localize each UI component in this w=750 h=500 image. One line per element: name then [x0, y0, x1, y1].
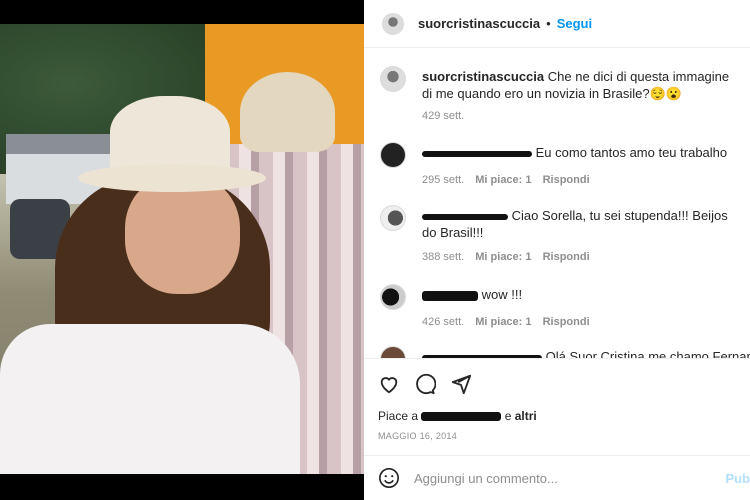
comment-meta: 426 sett. Mi piace: 1 Rispondi	[422, 316, 590, 328]
comment-item: Ciao Sorella, tu sei stupenda!!! Beijos …	[380, 205, 740, 271]
follow-button[interactable]: Segui	[557, 16, 592, 31]
redacted-username	[422, 290, 478, 301]
emoji-icon[interactable]	[378, 467, 400, 489]
caption-author[interactable]: suorcristinascuccia	[422, 69, 544, 84]
comment-body: Eu como tantos amo teu trabalho	[422, 144, 740, 161]
caption-avatar[interactable]	[380, 66, 406, 92]
post-panel: suorcristinascuccia • Segui suorcristina…	[364, 0, 750, 500]
comment-meta: 388 sett. Mi piace: 1 Rispondi	[422, 251, 590, 263]
redacted-username	[422, 213, 508, 220]
comment-avatar[interactable]	[380, 205, 406, 231]
comment-body: Ciao Sorella, tu sei stupenda!!! Beijos …	[422, 207, 740, 241]
comment-body: Olá Suor Cristina me chamo Fernanda e	[422, 348, 750, 358]
reply-button[interactable]: Rispondi	[543, 316, 590, 328]
photo-face	[125, 174, 240, 294]
comment-item: wow !!! 426 sett. Mi piace: 1 Rispondi	[380, 284, 740, 334]
photo-shirt	[0, 324, 300, 474]
photo-pane	[0, 0, 364, 500]
comment-text: Ciao Sorella, tu sei stupenda!!! Beijos …	[422, 208, 728, 240]
comment-text: wow !!!	[481, 287, 523, 302]
comment-avatar[interactable]	[380, 142, 406, 168]
share-icon[interactable]	[450, 373, 472, 395]
action-bar: Piace a e altri MAGGIO 16, 2014	[364, 358, 750, 450]
likes-others-link[interactable]: altri	[515, 409, 537, 423]
comment-time: 388 sett.	[422, 251, 465, 263]
reply-button[interactable]: Rispondi	[543, 174, 590, 186]
separator-dot: •	[546, 16, 551, 31]
likes-prefix: Piace a	[378, 409, 419, 423]
post-photo[interactable]	[0, 24, 364, 474]
action-icons	[378, 373, 472, 395]
publish-button[interactable]: Pub	[725, 471, 750, 486]
comment-likes[interactable]: Mi piace: 1	[475, 251, 531, 263]
comment-item: Eu como tantos amo teu trabalho 295 sett…	[380, 142, 740, 192]
comment-avatar[interactable]	[380, 346, 406, 358]
post-date: MAGGIO 16, 2014	[378, 431, 458, 441]
author-avatar[interactable]	[382, 12, 404, 35]
comment-avatar[interactable]	[380, 284, 406, 310]
caption-time: 429 sett.	[422, 110, 465, 122]
reply-button[interactable]: Rispondi	[543, 251, 590, 263]
comment-meta: 295 sett. Mi piace: 1 Rispondi	[422, 174, 590, 186]
comment-icon[interactable]	[414, 373, 436, 395]
caption-body: suorcristinascuccia Che ne dici di quest…	[422, 68, 740, 102]
comment-time: 426 sett.	[422, 316, 465, 328]
comment-text: Olá Suor Cristina me chamo Fernanda e	[545, 349, 750, 358]
photo-hat-stack	[240, 72, 335, 152]
likes-line: Piace a e altri	[378, 409, 537, 423]
redacted-liker	[421, 412, 502, 422]
comments-list[interactable]: suorcristinascuccia Che ne dici di quest…	[364, 52, 750, 358]
comment-input[interactable]	[414, 470, 714, 486]
likes-suffix: e	[504, 409, 512, 423]
post-header: suorcristinascuccia • Segui	[364, 0, 750, 48]
redacted-username	[422, 150, 532, 157]
comment-text: Eu como tantos amo teu trabalho	[535, 145, 728, 160]
comment-likes[interactable]: Mi piace: 1	[475, 174, 531, 186]
author-username[interactable]: suorcristinascuccia	[418, 16, 540, 31]
comment-body: wow !!!	[422, 286, 740, 303]
photo-hat-brim	[78, 164, 266, 192]
caption-item: suorcristinascuccia Che ne dici di quest…	[380, 66, 740, 136]
comment-time: 295 sett.	[422, 174, 465, 186]
comment-item: Olá Suor Cristina me chamo Fernanda e	[380, 346, 750, 358]
add-comment-bar: Pub	[364, 455, 750, 500]
heart-icon[interactable]	[378, 373, 400, 395]
comment-likes[interactable]: Mi piace: 1	[475, 316, 531, 328]
